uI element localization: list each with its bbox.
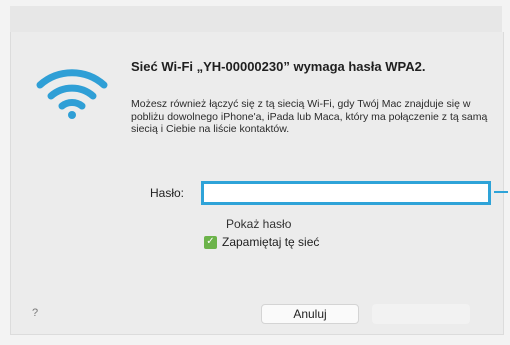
window-titlebar: [10, 6, 502, 33]
remember-network-label: Zapamiętaj tę sieć: [222, 235, 320, 249]
remember-network-checkbox[interactable]: ✓ Zapamiętaj tę sieć: [204, 235, 319, 249]
wifi-icon: [36, 69, 108, 119]
dialog-description: Możesz również łączyć się z tą siecią Wi…: [131, 98, 488, 135]
input-callout-line: [494, 191, 508, 193]
help-button[interactable]: ?: [32, 307, 38, 319]
join-button[interactable]: [372, 304, 470, 324]
password-input[interactable]: [201, 181, 491, 205]
checkbox-checked-icon[interactable]: ✓: [204, 235, 217, 249]
cancel-button[interactable]: Anuluj: [261, 304, 359, 324]
show-password-checkbox[interactable]: Pokaż hasło: [226, 217, 291, 231]
dialog-heading: Sieć Wi-Fi „YH-00000230” wymaga hasła WP…: [131, 59, 426, 74]
password-label: Hasło:: [150, 186, 185, 200]
